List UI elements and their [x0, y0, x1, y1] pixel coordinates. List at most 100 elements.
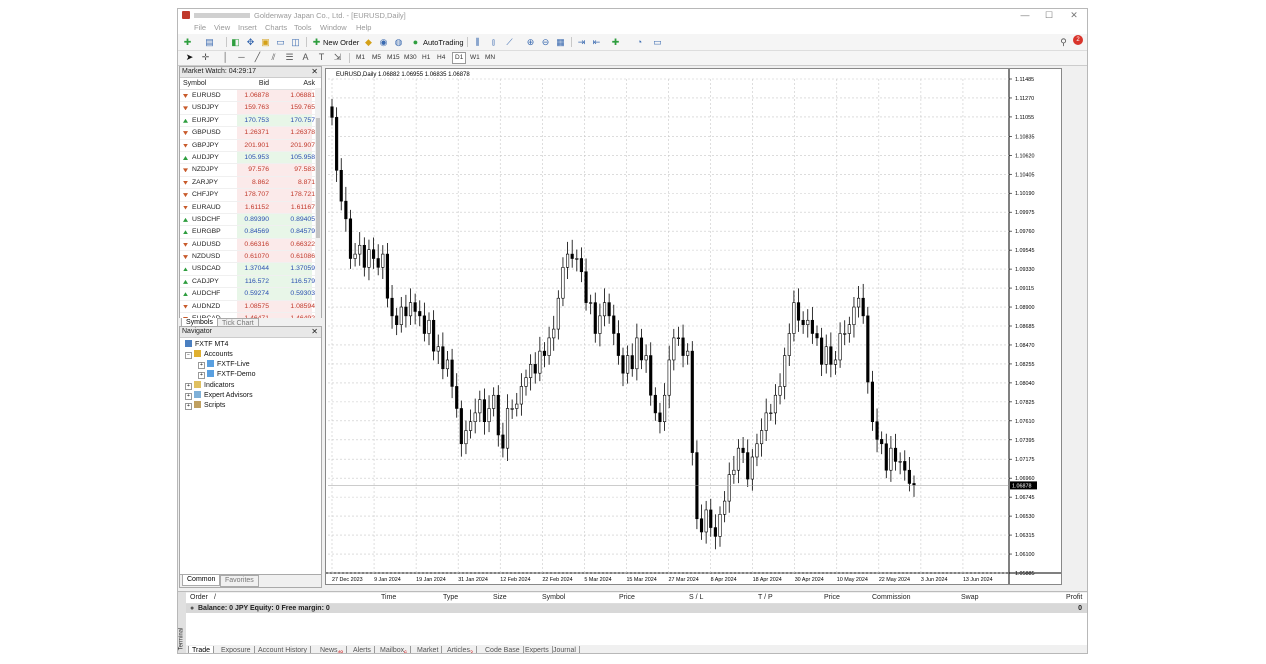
new-order-icon[interactable]: ✚ — [311, 37, 322, 48]
market-watch-row[interactable]: AUDCHF 0.59274 0.59303 — [180, 288, 321, 301]
timeframe-mn[interactable]: MN — [483, 53, 497, 63]
vertical-line-icon[interactable]: │ — [220, 52, 231, 63]
market-watch-row[interactable]: EURUSD 1.06878 1.06881 — [180, 90, 321, 103]
crosshair-icon[interactable]: ✛ — [200, 52, 211, 63]
market-watch-row[interactable]: AUDUSD 0.66316 0.66322 — [180, 238, 321, 252]
periods-icon[interactable]: ◔ — [634, 37, 645, 48]
col-swap[interactable]: Swap — [961, 593, 979, 603]
expand-icon[interactable]: + — [185, 383, 192, 390]
terminal-tab-journal[interactable]: Journal — [550, 646, 580, 653]
menu-charts[interactable]: Charts — [265, 23, 287, 32]
column-symbol[interactable]: Symbol — [183, 78, 206, 89]
expand-icon[interactable]: + — [198, 372, 205, 379]
arrows-icon[interactable]: ⇲ — [332, 52, 343, 63]
timeframe-m1[interactable]: M1 — [354, 53, 367, 63]
terminal-icon[interactable]: ▭ — [275, 37, 286, 48]
market-watch-icon[interactable]: ◧ — [230, 37, 241, 48]
nav-account-live[interactable]: + FXTF-Live — [198, 360, 250, 369]
autotrading-button[interactable]: AutoTrading — [423, 38, 464, 47]
col-time[interactable]: Time — [381, 593, 396, 603]
chart-window[interactable]: 1.11485 1.11270 1.11055 1.10835 1.10620 1.104… — [325, 68, 1062, 585]
metaeditor-icon[interactable]: ◆ — [363, 37, 374, 48]
terminal-tab-account-history[interactable]: Account History — [255, 646, 312, 653]
market-watch-row[interactable]: NZDUSD 0.61070 0.61086 — [180, 251, 321, 264]
zoom-in-icon[interactable]: ⊕ — [525, 37, 536, 48]
price-chart[interactable]: 1.11485 1.11270 1.11055 1.10835 1.10620 1.104… — [326, 69, 1061, 584]
market-watch-row[interactable]: AUDJPY 105.953 105.958 — [180, 151, 321, 165]
col-sl[interactable]: S / L — [689, 593, 703, 603]
minimize-button[interactable]: — — [1014, 9, 1036, 22]
timeframe-m5[interactable]: M5 — [370, 53, 383, 63]
col-type[interactable]: Type — [443, 593, 458, 603]
timeframe-d1[interactable]: D1 — [452, 52, 467, 64]
col-sort[interactable]: / — [214, 593, 216, 603]
market-watch-row[interactable]: NZDJPY 97.576 97.583 — [180, 164, 321, 177]
market-watch-row[interactable]: USDCAD 1.37044 1.37059 — [180, 263, 321, 276]
timeframe-w1[interactable]: W1 — [468, 53, 482, 63]
close-button[interactable]: ✕ — [1063, 9, 1085, 22]
col-symbol[interactable]: Symbol — [542, 593, 565, 603]
navigator-icon[interactable]: ▣ — [260, 37, 271, 48]
market-watch-row[interactable]: EURAUD 1.61152 1.61167 — [180, 201, 321, 214]
timeframe-m15[interactable]: M15 — [385, 53, 402, 63]
menu-tools[interactable]: Tools — [294, 23, 312, 32]
search-icon[interactable]: ⚲ — [1058, 37, 1069, 48]
menu-help[interactable]: Help — [356, 23, 371, 32]
terminal-tab-alerts[interactable]: Alerts — [350, 646, 375, 653]
bar-chart-icon[interactable]: ⫼ — [472, 37, 483, 48]
indicators-icon[interactable]: ✚ — [610, 37, 621, 48]
auto-scroll-icon[interactable]: ⇥ — [576, 37, 587, 48]
signals-icon[interactable]: ◍ — [393, 37, 404, 48]
line-chart-icon[interactable]: ⟋ — [504, 37, 515, 48]
market-watch-row[interactable]: CADJPY 116.572 116.579 — [180, 275, 321, 289]
text-icon[interactable]: A — [300, 52, 311, 63]
market-watch-row[interactable]: CHFJPY 178.707 178.721 — [180, 189, 321, 202]
chart-shift-icon[interactable]: ⇤ — [591, 37, 602, 48]
menu-window[interactable]: Window — [320, 23, 347, 32]
cursor-icon[interactable]: ➤ — [184, 52, 195, 63]
col-tp[interactable]: T / P — [758, 593, 773, 603]
fibonacci-icon[interactable]: ☰ — [284, 52, 295, 63]
nav-scripts[interactable]: + Scripts — [185, 401, 225, 410]
collapse-icon[interactable]: − — [185, 352, 192, 359]
market-watch-row[interactable]: EURJPY 170.753 170.757 — [180, 114, 321, 128]
tile-windows-icon[interactable]: ▦ — [555, 37, 566, 48]
timeframe-h4[interactable]: H4 — [435, 53, 447, 63]
market-watch-scrollbar[interactable] — [315, 88, 321, 322]
menu-insert[interactable]: Insert — [238, 23, 257, 32]
data-window-icon[interactable]: ✥ — [245, 37, 256, 48]
label-icon[interactable]: T — [316, 52, 327, 63]
trendline-icon[interactable]: ╱ — [252, 52, 263, 63]
column-ask[interactable]: Ask — [303, 78, 315, 89]
col-size[interactable]: Size — [493, 593, 507, 603]
channel-icon[interactable]: ⫽ — [268, 52, 279, 63]
tab-favorites[interactable]: Favorites — [220, 575, 259, 587]
column-bid[interactable]: Bid — [259, 78, 269, 89]
horizontal-line-icon[interactable]: ─ — [236, 52, 247, 63]
col-price[interactable]: Price — [619, 593, 635, 603]
expand-icon[interactable]: + — [198, 362, 205, 369]
nav-root[interactable]: FXTF MT4 — [185, 340, 228, 348]
terminal-tab-market[interactable]: Market — [414, 646, 443, 653]
options-icon[interactable]: ◉ — [378, 37, 389, 48]
market-watch-row[interactable]: GBPUSD 1.26371 1.26378 — [180, 127, 321, 140]
terminal-tab-trade[interactable]: Trade — [188, 646, 215, 653]
menu-file[interactable]: File — [194, 23, 206, 32]
market-watch-row[interactable]: USDCHF 0.89390 0.89405 — [180, 213, 321, 227]
tab-common[interactable]: Common — [182, 575, 221, 586]
terminal-tab-news[interactable]: News48 — [317, 646, 348, 653]
expand-icon[interactable]: + — [185, 393, 192, 400]
terminal-tab-articles[interactable]: Articles3 — [444, 646, 477, 653]
nav-account-demo[interactable]: + FXTF-Demo — [198, 370, 256, 379]
close-icon[interactable]: ✕ — [311, 67, 318, 77]
new-order-button[interactable]: New Order — [323, 38, 359, 47]
templates-icon[interactable]: ▭ — [652, 37, 663, 48]
market-watch-row[interactable]: GBPJPY 201.901 201.907 — [180, 139, 321, 152]
zoom-out-icon[interactable]: ⊖ — [540, 37, 551, 48]
new-chart-icon[interactable]: ✚ — [182, 37, 193, 48]
terminal-tab-code-base[interactable]: Code Base — [482, 646, 524, 653]
terminal-tab-exposure[interactable]: Exposure — [218, 646, 255, 653]
market-watch-row[interactable]: EURGBP 0.84569 0.84579 — [180, 226, 321, 239]
strategy-tester-icon[interactable]: ◫ — [290, 37, 301, 48]
notification-badge[interactable]: 2 — [1073, 35, 1083, 45]
